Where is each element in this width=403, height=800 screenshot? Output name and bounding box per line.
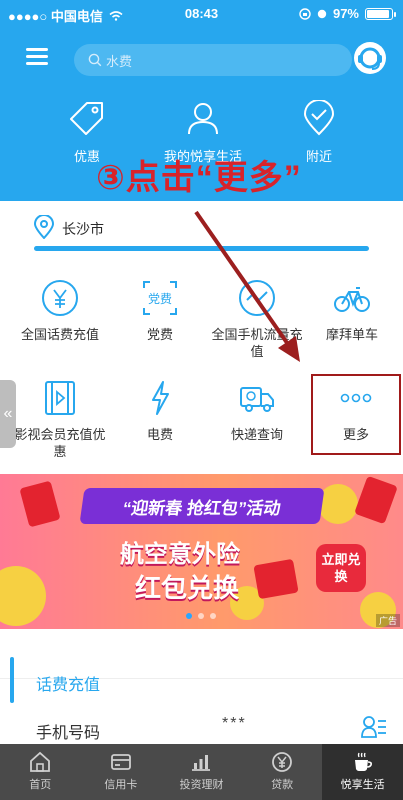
- ad-tag: 广告: [375, 614, 400, 627]
- party-fee-icon: 党费: [143, 281, 177, 315]
- service-video-vip[interactable]: 影视会员充值优惠: [10, 378, 110, 460]
- battery-icon: [365, 7, 396, 20]
- delivery-truck-icon: [240, 387, 274, 412]
- tab-investment[interactable]: 投资理财: [161, 744, 242, 800]
- tab-label: 投资理财: [179, 779, 224, 791]
- tag-icon: [70, 102, 103, 135]
- city-label: 长沙市: [62, 221, 104, 237]
- alarm-icon: [317, 9, 327, 18]
- service-label: 摩拜单车: [325, 327, 378, 342]
- status-right: 97%: [299, 6, 396, 21]
- menu-button[interactable]: [26, 48, 48, 66]
- user-icon: [188, 103, 218, 135]
- lightning-icon: [152, 381, 169, 415]
- credit-card-icon: [110, 754, 131, 770]
- service-phone-recharge[interactable]: 全国话费充值: [10, 278, 110, 343]
- banner-headline-1: 航空意外险: [120, 541, 240, 568]
- service-data-recharge[interactable]: 全国手机流量充值: [207, 278, 307, 360]
- annotation-text: ③点击“更多”: [96, 159, 302, 197]
- banner-ribbon: “迎新春 抢红包”活动: [79, 488, 325, 524]
- title-accent-bar: [10, 657, 14, 703]
- service-label: 全国手机流量充值: [211, 327, 303, 359]
- red-envelope-decoration: [354, 475, 398, 525]
- service-label: 全国话费充值: [20, 327, 99, 342]
- more-highlight-box: [311, 374, 401, 455]
- banner-cta-button[interactable]: 立即兑换: [316, 544, 366, 592]
- phone-number-label: 手机号码: [36, 725, 101, 742]
- bike-icon: [334, 287, 370, 312]
- tab-label: 贷款: [271, 779, 294, 791]
- service-electricity[interactable]: 电费: [110, 378, 210, 443]
- party-fee-badge: 党费: [148, 291, 172, 306]
- search-placeholder: 水费: [106, 53, 133, 69]
- phone-recharge-icon: [42, 280, 78, 316]
- carousel-dot[interactable]: [198, 613, 204, 619]
- tab-credit-card[interactable]: 信用卡: [81, 744, 162, 800]
- coin-decoration: [0, 566, 46, 626]
- service-party-fee[interactable]: 党费 党费: [110, 278, 210, 343]
- tab-label: 悦享生活: [340, 779, 385, 791]
- app-screen: ●●●●○ 中国电信 08:43 97% 水费 优惠 我的悦享生活 附近 ③点击…: [0, 0, 403, 800]
- coffee-icon: [354, 752, 372, 771]
- search-icon: [88, 53, 102, 67]
- phone-number-value[interactable]: ***: [222, 715, 247, 733]
- red-envelope-decoration: [253, 558, 299, 600]
- service-label: 党费: [146, 327, 173, 342]
- recharge-title: 话费充值: [36, 677, 101, 694]
- search-input[interactable]: 水费: [74, 44, 352, 76]
- chart-icon: [192, 755, 211, 771]
- service-label: 快递查询: [230, 427, 283, 442]
- service-mobike[interactable]: 摩拜单车: [302, 278, 402, 343]
- battery-percent: 97%: [332, 6, 359, 21]
- service-label: 影视会员充值优惠: [14, 427, 106, 459]
- banner-headline-2: 红包兑换: [135, 573, 240, 603]
- contacts-icon[interactable]: [361, 715, 387, 739]
- location-row[interactable]: 长沙市: [0, 201, 403, 256]
- recharge-section: 话费充值 手机号码 ***: [0, 629, 403, 744]
- data-recharge-icon: [239, 280, 275, 316]
- tab-label: 首页: [29, 779, 52, 791]
- tab-life[interactable]: 悦享生活: [322, 744, 403, 800]
- film-icon: [45, 381, 75, 415]
- lock-rotation-icon: [299, 7, 311, 20]
- location-pin-icon: [34, 215, 54, 239]
- tab-home[interactable]: 首页: [0, 744, 81, 800]
- phone-number-field[interactable]: 手机号码 ***: [0, 707, 403, 743]
- bottom-tab-bar: 首页 信用卡 投资理财 贷款 悦享生活: [0, 744, 403, 800]
- red-envelope-decoration: [19, 480, 61, 528]
- carousel-dots: [186, 613, 216, 619]
- yen-icon: [272, 752, 292, 772]
- side-drawer-handle[interactable]: «: [0, 380, 16, 448]
- carousel-dot[interactable]: [210, 613, 216, 619]
- service-label: 电费: [146, 427, 173, 442]
- tab-label: 信用卡: [104, 779, 138, 791]
- service-express-tracking[interactable]: 快递查询: [207, 378, 307, 443]
- top-nav: 水费: [0, 40, 403, 80]
- home-icon: [30, 751, 51, 772]
- promo-banner[interactable]: “迎新春 抢红包”活动 航空意外险 红包兑换 立即兑换 广告: [0, 474, 403, 629]
- recharge-title-row: 话费充值: [0, 645, 403, 703]
- status-bar: ●●●●○ 中国电信 08:43 97%: [0, 0, 403, 28]
- tab-loan[interactable]: 贷款: [242, 744, 323, 800]
- coin-decoration: [318, 484, 358, 524]
- location-underline: [34, 246, 369, 251]
- location-check-icon: [303, 100, 335, 136]
- carousel-dot[interactable]: [186, 613, 192, 619]
- customer-service-icon[interactable]: [353, 41, 387, 75]
